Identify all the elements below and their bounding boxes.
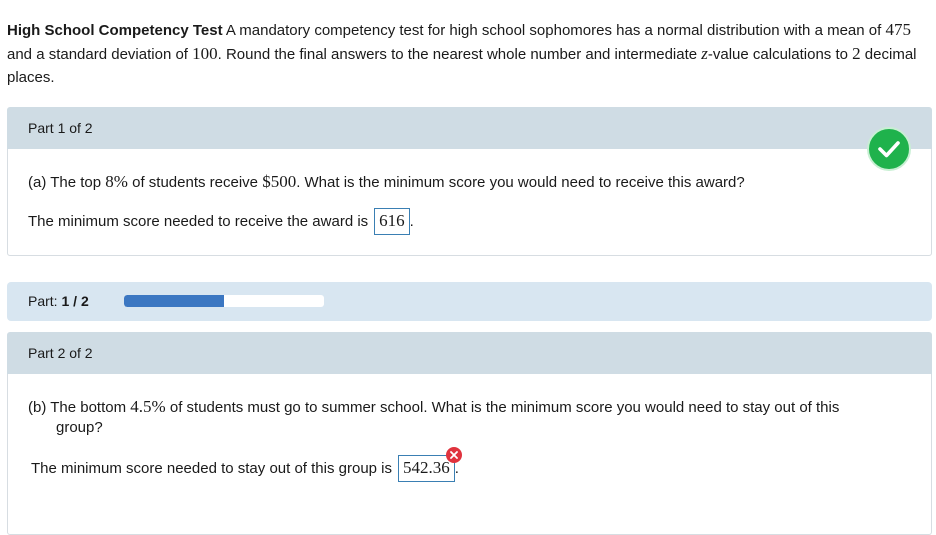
part2-answer-line: The minimum score needed to stay out of … xyxy=(31,447,462,482)
part2-header: Part 2 of 2 xyxy=(7,332,932,374)
progress-track xyxy=(124,295,324,307)
progress-fill xyxy=(124,295,224,307)
part1-header-label: Part 1 of 2 xyxy=(28,120,93,136)
part1-answer-line: The minimum score needed to receive the … xyxy=(28,208,414,235)
problem-title: High School Competency Test xyxy=(7,22,223,39)
problem-intro: High School Competency Test A mandatory … xyxy=(7,20,917,86)
check-circle-icon xyxy=(867,127,911,171)
part1-header: Part 1 of 2 xyxy=(7,107,932,149)
part1-question: (a) The top 8% of students receive $500.… xyxy=(28,172,745,191)
part2-panel: (b) The bottom 4.5% of students must go … xyxy=(7,374,932,535)
part2-header-label: Part 2 of 2 xyxy=(28,345,93,361)
part2-question: (b) The bottom 4.5% of students must go … xyxy=(28,397,840,436)
part1-answer-field[interactable]: 616 xyxy=(374,208,410,235)
part-progress: Part: 1 / 2 xyxy=(7,282,932,321)
error-x-icon xyxy=(445,447,462,463)
part2-answer-field[interactable]: 542.36 xyxy=(398,447,462,482)
part1-panel: (a) The top 8% of students receive $500.… xyxy=(7,149,932,256)
progress-label: Part: 1 / 2 xyxy=(28,293,89,309)
